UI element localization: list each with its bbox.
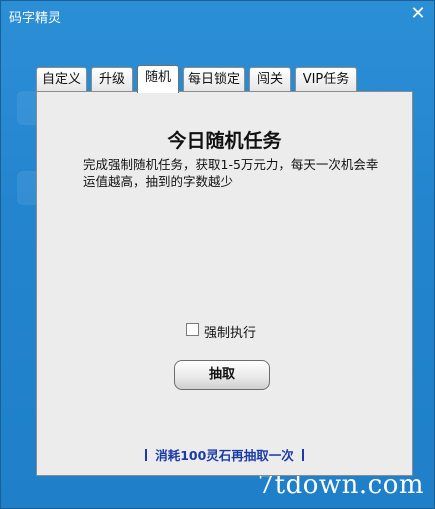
task-description: 完成强制随机任务，获取1-5万元力，每天一次机会幸运值越高，抽到的字数越少 xyxy=(83,157,379,189)
panel-title: 今日随机任务 xyxy=(167,130,282,152)
tab-daily-lock[interactable]: 每日锁定 xyxy=(183,67,245,91)
redraw-link-text[interactable]: 消耗100灵石再抽取一次 xyxy=(155,448,294,463)
tab-vip-tasks[interactable]: VIP任务 xyxy=(295,67,357,91)
draw-button[interactable]: 抽取 xyxy=(174,360,270,390)
redraw-link[interactable]: 消耗100灵石再抽取一次 xyxy=(37,445,412,464)
tab-custom[interactable]: 自定义 xyxy=(36,67,87,91)
close-icon[interactable]: ✕ xyxy=(408,4,428,24)
force-execute-label: 强制执行 xyxy=(204,326,257,341)
force-execute-checkbox[interactable] xyxy=(186,323,199,336)
tab-random[interactable]: 随机 xyxy=(137,65,179,93)
tab-panel-random: 今日随机任务 完成强制随机任务，获取1-5万元力，每天一次机会幸运值越高，抽到的… xyxy=(36,91,413,476)
window-title: 码字精灵 xyxy=(9,11,62,26)
tab-challenge[interactable]: 闯关 xyxy=(249,67,291,91)
divider-bar xyxy=(301,449,304,461)
title-bar: 码字精灵 ✕ xyxy=(1,1,435,31)
tab-upgrade[interactable]: 升级 xyxy=(91,67,133,91)
divider-bar xyxy=(145,449,148,461)
app-window: 码字精灵 ✕ 自定义 升级 随机 每日锁定 闯关 VIP任务 今日随机任务 完成… xyxy=(0,0,435,509)
